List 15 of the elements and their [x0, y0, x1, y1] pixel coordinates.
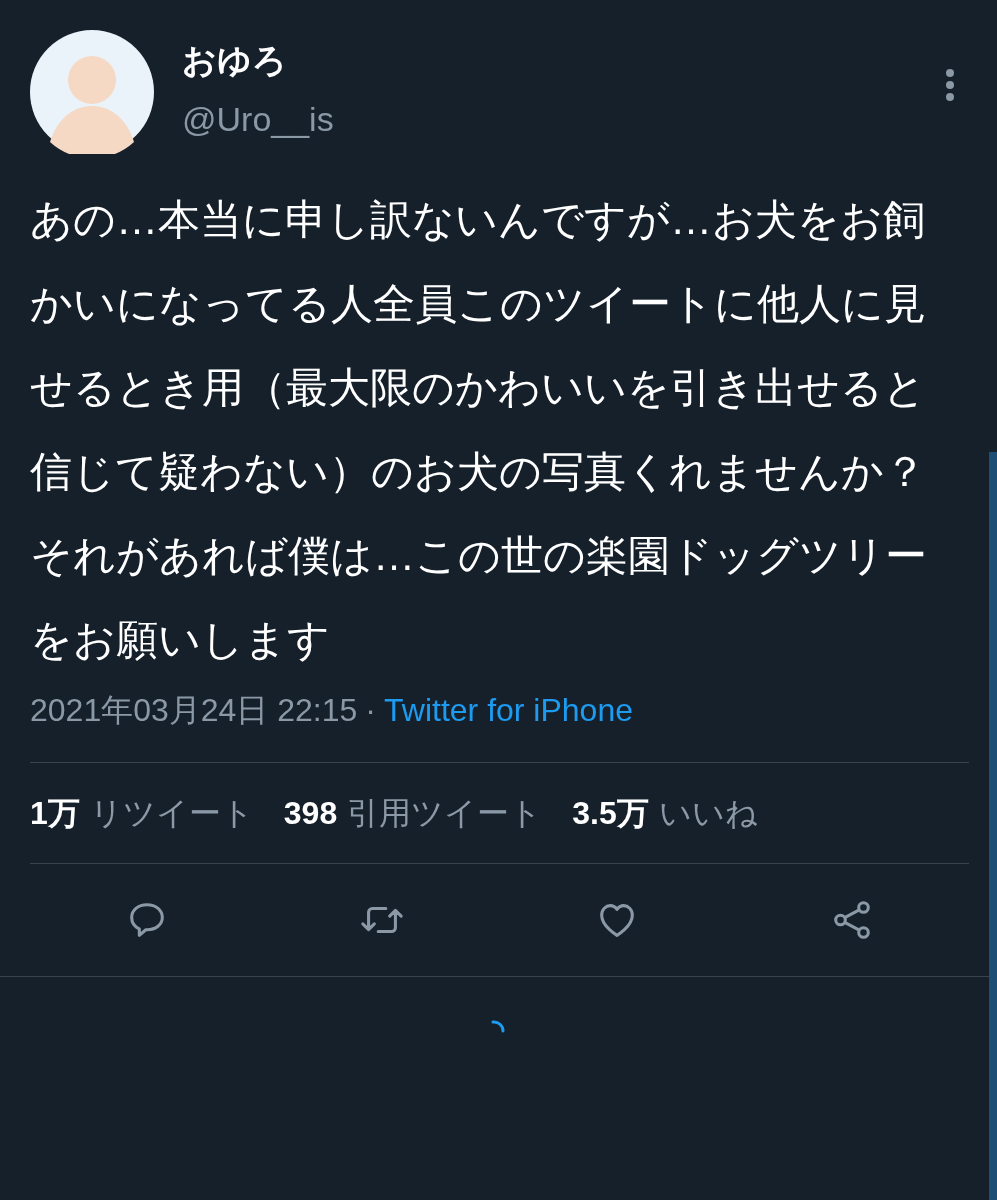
stat-count[interactable]: 1万 [30, 789, 80, 837]
separator-dot: · [365, 691, 376, 730]
stat-count[interactable]: 398 [283, 789, 338, 837]
stat-label[interactable]: リツイート [89, 789, 254, 837]
stat-count[interactable]: 3.5万 [572, 789, 649, 837]
source-link[interactable]: Twitter for iPhone [384, 688, 633, 732]
tweet-text: あの…本当に申し訳ないんですが…お犬をお飼かいになってる人全員このツイートに他人に見せるとき用（最大限のかわいいを引き出せると信じて疑わない）のお犬の写真くれませんか？それがあれば僕は…この世の楽園ドッグツリーをお願いします [30, 195, 928, 665]
tweet-timestamp: 2021年03月24日 22:15 [30, 691, 358, 730]
scrollbar[interactable] [989, 452, 997, 1200]
stat-label[interactable]: いいね [658, 789, 758, 837]
user-handle[interactable]: @Uro__is [182, 94, 334, 144]
display-name[interactable]: おゆろ [182, 36, 334, 84]
avatar[interactable] [30, 30, 154, 154]
more-options-icon[interactable] [945, 68, 955, 102]
stat-label[interactable]: 引用ツイート [347, 789, 543, 837]
